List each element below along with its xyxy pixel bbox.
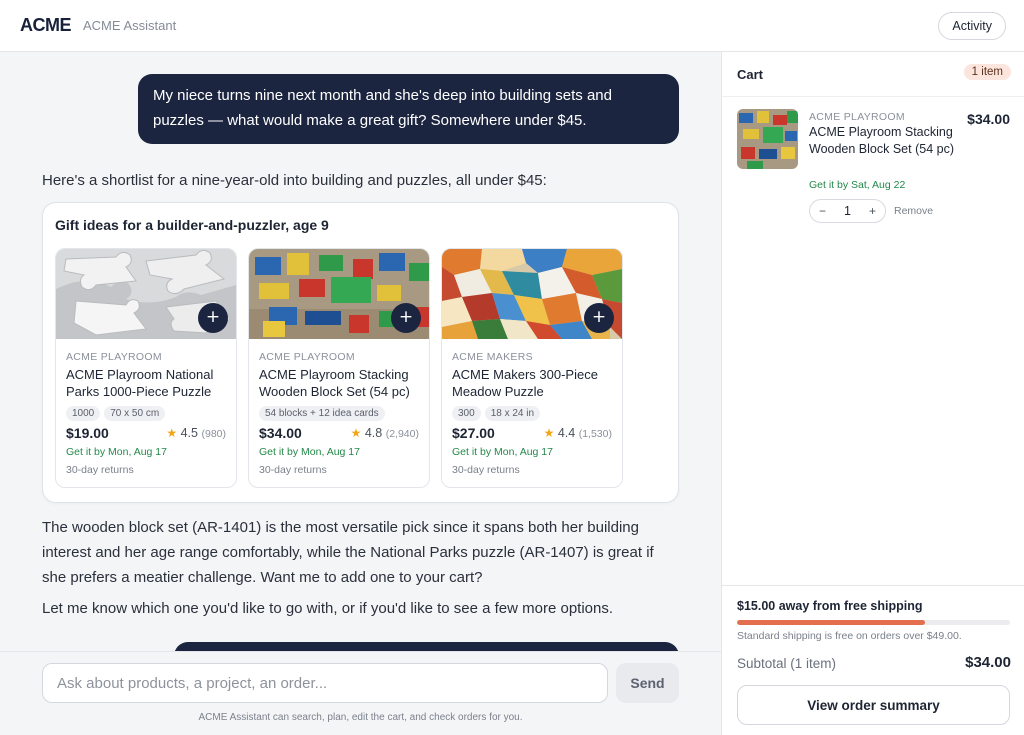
product-card[interactable]: + ACME PLAYROOM ACME Playroom National P…: [55, 248, 237, 488]
cart-footer: $15.00 away from free shipping Standard …: [722, 585, 1024, 735]
add-to-cart-button[interactable]: +: [391, 303, 421, 333]
rating-count: (1,530): [578, 428, 612, 440]
cart-item-name[interactable]: ACME Playroom Stacking Wooden Block Set …: [809, 124, 954, 158]
product-price: $19.00: [66, 425, 109, 441]
product-tags: 1000 70 x 50 cm: [66, 406, 166, 421]
cart-title: Cart: [737, 67, 764, 82]
star-icon: ★: [350, 426, 362, 440]
product-name[interactable]: ACME Playroom Stacking Wooden Block Set …: [259, 366, 424, 400]
gift-ideas-panel: Gift ideas for a builder-and-puzzler, ag…: [42, 202, 679, 503]
rating-count: (980): [201, 428, 226, 440]
assistant-closing: Let me know which one you'd like to go w…: [42, 600, 614, 617]
view-order-summary-button[interactable]: View order summary: [737, 685, 1010, 725]
product-tag: 18 x 24 in: [484, 406, 541, 421]
product-card[interactable]: + ACME MAKERS ACME Makers 300-Piece Mead…: [441, 248, 623, 488]
rating-value: 4.5: [180, 426, 198, 440]
product-returns: 30-day returns: [66, 464, 134, 476]
panel-title: Gift ideas for a builder-and-puzzler, ag…: [55, 217, 329, 233]
star-icon: ★: [543, 426, 555, 440]
product-tag: 54 blocks + 12 idea cards: [259, 406, 385, 421]
product-brand: ACME PLAYROOM: [66, 351, 162, 363]
product-delivery: Get it by Mon, Aug 17: [66, 446, 167, 458]
cart-item-brand: ACME PLAYROOM: [809, 111, 905, 123]
cart-item-price: $34.00: [967, 111, 1010, 127]
assistant-recommendation: The wooden block set (AR-1401) is the mo…: [42, 519, 654, 586]
product-rating: ★ 4.8 (2,940): [351, 426, 419, 440]
shipping-note: Standard shipping is free on orders over…: [737, 630, 962, 642]
decrease-quantity-button[interactable]: −: [819, 204, 826, 218]
quantity-stepper: − 1 +: [809, 199, 886, 223]
product-card[interactable]: + ACME PLAYROOM ACME Playroom Stacking W…: [248, 248, 430, 488]
shipping-progress-bar: [737, 620, 1010, 625]
product-tag: 70 x 50 cm: [104, 406, 166, 421]
product-brand: ACME MAKERS: [452, 351, 533, 363]
increase-quantity-button[interactable]: +: [869, 204, 876, 218]
product-returns: 30-day returns: [259, 464, 327, 476]
product-rating: ★ 4.4 (1,530): [544, 426, 612, 440]
add-to-cart-button[interactable]: +: [584, 303, 614, 333]
cart-panel: Cart 1 item ACME PLAYROOM ACME Playroom …: [721, 52, 1024, 735]
product-tag: 300: [452, 406, 481, 421]
chat-input[interactable]: [42, 663, 608, 703]
rating-value: 4.4: [557, 426, 576, 440]
chat-thread: My niece turns nine next month and she's…: [0, 52, 721, 651]
app-subtitle: ACME Assistant: [83, 18, 177, 33]
rating-count: (2,940): [385, 428, 419, 440]
product-name[interactable]: ACME Playroom National Parks 1000-Piece …: [66, 366, 231, 400]
user-message: My niece turns nine next month and she's…: [138, 74, 679, 144]
quantity-value: 1: [844, 204, 851, 218]
product-tags: 54 blocks + 12 idea cards: [259, 406, 385, 421]
product-delivery: Get it by Mon, Aug 17: [452, 446, 553, 458]
product-rating: ★ 4.5 (980): [166, 426, 226, 440]
wooden-blocks-thumbnail-icon: [737, 109, 798, 169]
product-brand: ACME PLAYROOM: [259, 351, 355, 363]
product-name[interactable]: ACME Makers 300-Piece Meadow Puzzle: [452, 366, 617, 400]
send-button[interactable]: Send: [616, 663, 679, 703]
assistant-intro: Here's a shortlist for a nine-year-old i…: [42, 172, 547, 189]
cart-item-delivery: Get it by Sat, Aug 22: [809, 179, 906, 191]
cart-count-badge: 1 item: [963, 64, 1011, 80]
brand-logo: ACME: [20, 15, 72, 35]
free-shipping-status: $15.00 away from free shipping: [737, 599, 923, 613]
shipping-progress-fill: [737, 620, 926, 625]
product-price: $27.00: [452, 425, 495, 441]
rating-value: 4.8: [364, 426, 383, 440]
activity-button[interactable]: Activity: [938, 12, 1006, 40]
subtotal-value: $34.00: [965, 654, 1011, 671]
remove-item-link[interactable]: Remove: [894, 205, 933, 217]
subtotal-label: Subtotal (1 item): [737, 656, 837, 671]
product-tag: 1000: [66, 406, 101, 421]
product-price: $34.00: [259, 425, 302, 441]
top-bar: ACME ACME Assistant Activity: [0, 0, 1024, 52]
assistant-disclaimer: ACME Assistant can search, plan, edit th…: [198, 712, 523, 723]
composer: Send ACME Assistant can search, plan, ed…: [0, 651, 721, 735]
product-delivery: Get it by Mon, Aug 17: [259, 446, 360, 458]
star-icon: ★: [166, 426, 178, 440]
add-to-cart-button[interactable]: +: [198, 303, 228, 333]
cart-header: Cart 1 item: [722, 52, 1024, 97]
product-returns: 30-day returns: [452, 464, 520, 476]
product-tags: 300 18 x 24 in: [452, 406, 541, 421]
user-message-partial: [174, 642, 679, 651]
